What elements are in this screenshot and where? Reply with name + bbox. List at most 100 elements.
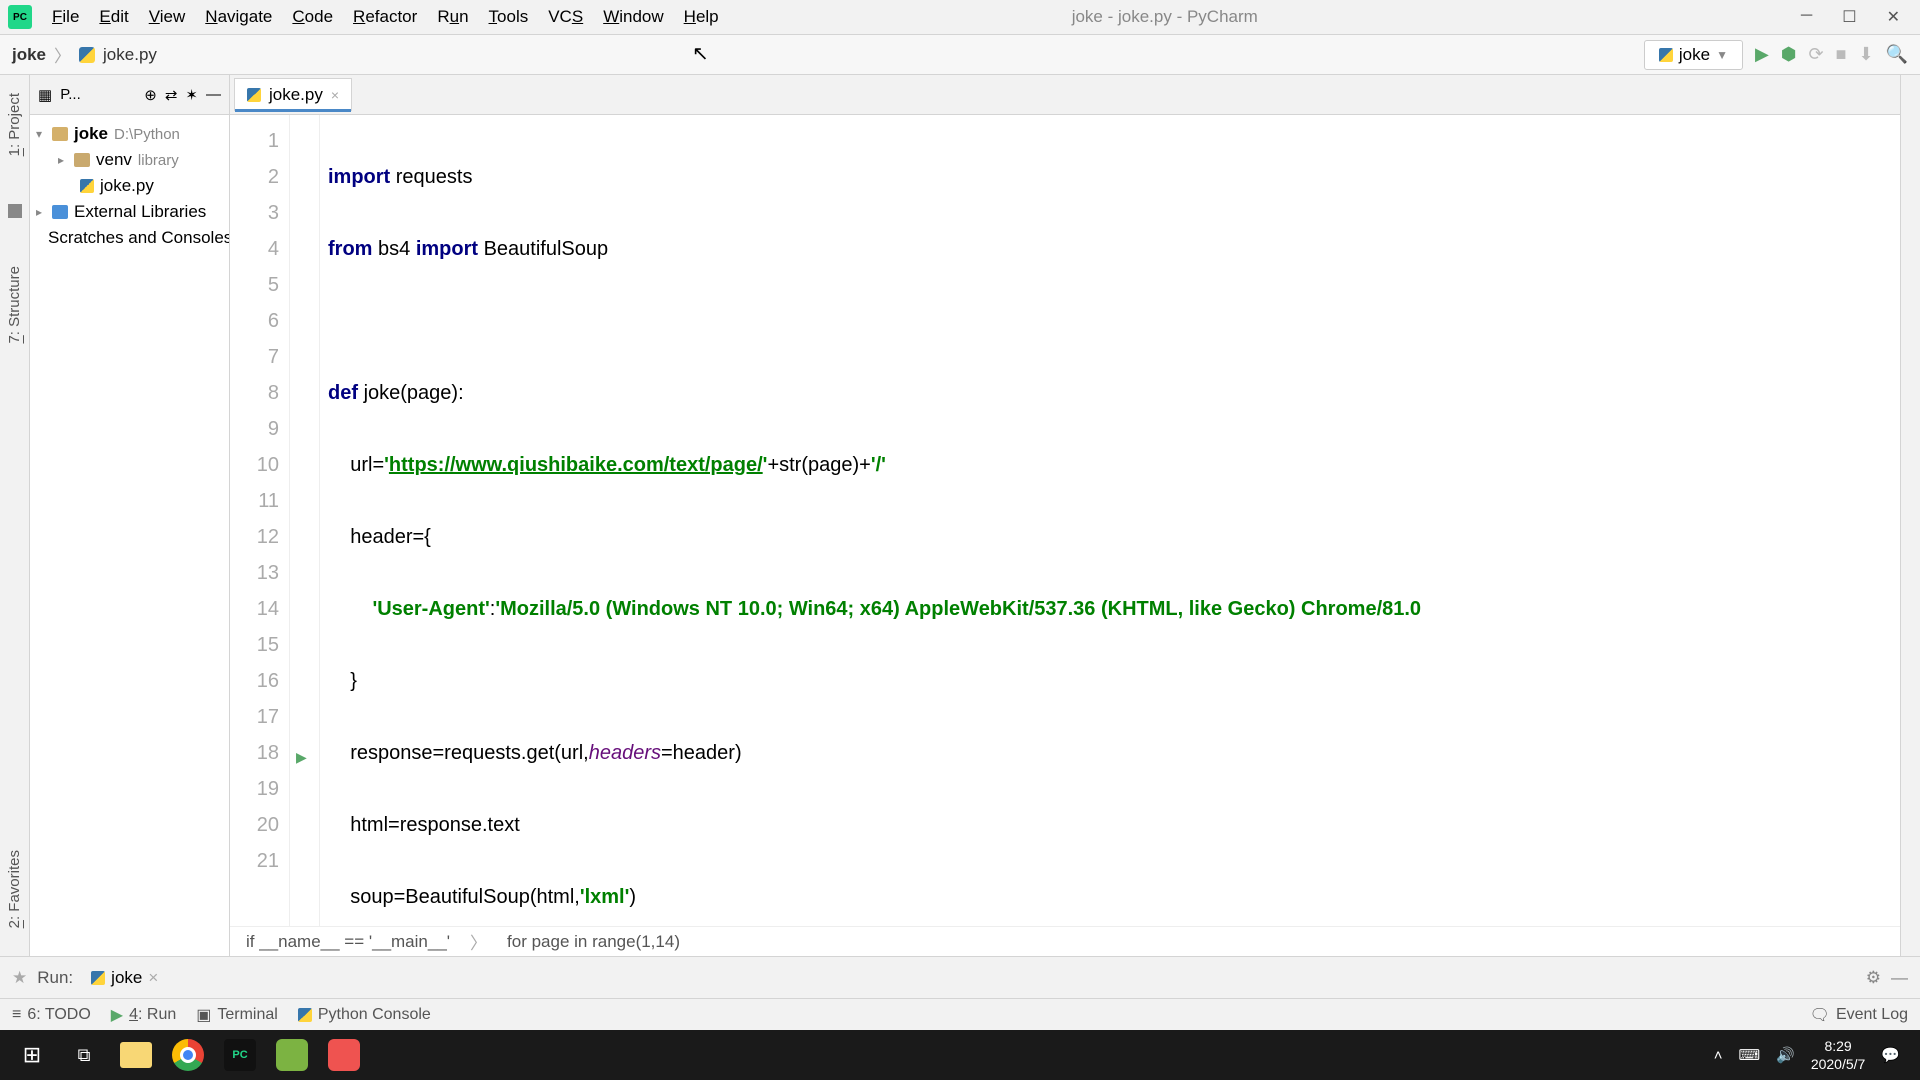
minimize-icon[interactable]: — — [1891, 968, 1908, 988]
tray-volume-icon[interactable]: 🔊 — [1776, 1046, 1795, 1064]
run-panel-label: Run: — [37, 968, 73, 988]
debug-button-icon[interactable]: ⬢ — [1781, 44, 1797, 65]
sidebar-project-button[interactable]: 1: Project — [6, 85, 23, 164]
chevron-right-icon[interactable]: ▸ — [36, 205, 46, 219]
tray-ime-icon[interactable]: ⌨ — [1738, 1046, 1760, 1064]
code-breadcrumb-item[interactable]: for page in range(1,14) — [507, 932, 680, 952]
hide-icon[interactable]: — — [206, 86, 221, 103]
window-maximize-icon[interactable]: ☐ — [1842, 7, 1856, 27]
search-everywhere-icon[interactable]: 🔍 — [1886, 44, 1908, 65]
bottom-tab-todo[interactable]: ≡6: TODO — [12, 1006, 91, 1024]
close-tab-icon[interactable]: × — [331, 87, 339, 103]
run-configuration-selector[interactable]: joke ▼ — [1644, 40, 1743, 70]
collapse-icon[interactable]: ⇄ — [165, 86, 178, 104]
menu-run[interactable]: Run — [427, 7, 478, 27]
list-icon: ≡ — [12, 1006, 21, 1024]
tree-file-name: joke.py — [100, 176, 154, 196]
menu-file[interactable]: File — [42, 7, 89, 27]
library-icon — [52, 205, 68, 219]
settings-icon[interactable]: ✶ — [185, 86, 198, 104]
tree-venv-label: library — [138, 152, 179, 169]
tree-venv[interactable]: ▸ venv library — [30, 147, 229, 173]
run-tool-window-header: ★ Run: joke × ⚙ — — [0, 956, 1920, 998]
gutter-icons[interactable]: ▶ — [290, 115, 320, 926]
python-file-icon — [79, 47, 95, 63]
run-button-icon[interactable]: ▶ — [1755, 44, 1769, 65]
python-icon — [298, 1008, 312, 1022]
gear-icon[interactable]: ⚙ — [1866, 968, 1881, 988]
windows-taskbar: ⊞ ⧉ PC ˄ ⌨ 🔊 8:29 2020/5/7 💬 — [0, 1030, 1920, 1080]
folder-icon — [52, 127, 68, 141]
taskbar-pycharm-icon[interactable]: PC — [216, 1033, 264, 1077]
navigation-toolbar: joke 〉 joke.py joke ▼ ▶ ⬢ ⟳ ■ ⬇ 🔍 — [0, 35, 1920, 75]
tray-chevron-up-icon[interactable]: ˄ — [1714, 1047, 1723, 1064]
bottom-tab-run[interactable]: ▶4: Run — [111, 1005, 176, 1025]
tree-root-path: D:\Python — [114, 126, 180, 143]
project-panel-header: ▦ P... ⊕ ⇄ ✶ — — [30, 75, 229, 115]
window-minimize-icon[interactable]: ─ — [1801, 7, 1812, 27]
taskbar-chrome-icon[interactable] — [164, 1033, 212, 1077]
window-close-icon[interactable]: ✕ — [1887, 7, 1900, 27]
python-file-icon — [80, 179, 94, 193]
menu-navigate[interactable]: Navigate — [195, 7, 282, 27]
pycharm-logo-icon: PC — [8, 5, 32, 29]
event-log-icon: 🗨 — [1810, 1005, 1830, 1025]
close-icon[interactable]: × — [148, 968, 158, 988]
update-button-icon[interactable]: ⬇ — [1858, 44, 1873, 65]
taskbar-start-icon[interactable]: ⊞ — [8, 1033, 56, 1077]
code-editor[interactable]: 123456789101112131415161718192021 ▶ impo… — [230, 115, 1900, 926]
chevron-down-icon[interactable]: ▾ — [36, 127, 46, 141]
chevron-down-icon: ▼ — [1716, 48, 1728, 62]
menu-edit[interactable]: Edit — [89, 7, 138, 27]
project-tree[interactable]: ▾ joke D:\Python ▸ venv library joke.py … — [30, 115, 229, 257]
run-panel-tab[interactable]: joke × — [83, 966, 166, 990]
editor-tab-joke[interactable]: joke.py × — [234, 78, 352, 111]
bottom-tab-python-console[interactable]: Python Console — [298, 1006, 431, 1024]
tray-notifications-icon[interactable]: 💬 — [1881, 1046, 1900, 1064]
sidebar-structure-button[interactable]: 7: Structure — [6, 258, 23, 352]
editor-tab-label: joke.py — [269, 85, 323, 105]
taskbar-file-explorer-icon[interactable] — [112, 1033, 160, 1077]
window-title: joke - joke.py - PyCharm — [529, 7, 1801, 27]
code-breadcrumb[interactable]: if __name__ == '__main__' 〉 for page in … — [230, 926, 1900, 956]
bottom-tab-event-log[interactable]: 🗨Event Log — [1810, 1005, 1908, 1025]
menu-view[interactable]: View — [139, 7, 196, 27]
tray-clock[interactable]: 8:29 2020/5/7 — [1811, 1037, 1866, 1073]
gutter-run-icon[interactable]: ▶ — [296, 749, 307, 766]
sidebar-square-icon[interactable] — [8, 204, 22, 218]
menu-refactor[interactable]: Refactor — [343, 7, 427, 27]
code-breadcrumb-item[interactable]: if __name__ == '__main__' — [246, 932, 450, 952]
breadcrumb-file[interactable]: joke.py — [103, 45, 157, 65]
editor-tabs: joke.py × — [230, 75, 1900, 115]
stop-button-icon: ■ — [1836, 44, 1847, 65]
tree-venv-name: venv — [96, 150, 132, 170]
target-icon[interactable]: ⊕ — [144, 86, 157, 104]
sidebar-favorites-button[interactable]: 2: Favorites — [6, 842, 23, 936]
breadcrumb-project[interactable]: joke — [12, 45, 46, 65]
editor-area: joke.py × 123456789101112131415161718192… — [230, 75, 1900, 956]
taskbar-taskview-icon[interactable]: ⧉ — [60, 1033, 108, 1077]
tree-external-name: External Libraries — [74, 202, 206, 222]
terminal-icon: ▣ — [196, 1005, 211, 1025]
code-content[interactable]: import requests from bs4 import Beautifu… — [320, 115, 1900, 926]
breadcrumb-separator-icon: 〉 — [470, 929, 487, 954]
menubar: PC File Edit View Navigate Code Refactor… — [0, 0, 1920, 35]
breadcrumb-separator-icon: 〉 — [54, 42, 71, 67]
menu-code[interactable]: Code — [282, 7, 343, 27]
folder-icon — [74, 153, 90, 167]
project-header-icon: ▦ — [38, 86, 52, 104]
line-number-gutter[interactable]: 123456789101112131415161718192021 — [230, 115, 290, 926]
coverage-button-icon[interactable]: ⟳ — [1809, 44, 1824, 65]
tree-file-joke[interactable]: joke.py — [30, 173, 229, 199]
taskbar-camtasia-icon[interactable] — [268, 1033, 316, 1077]
chevron-right-icon[interactable]: ▸ — [58, 153, 68, 167]
star-icon[interactable]: ★ — [12, 968, 27, 988]
tree-root[interactable]: ▾ joke D:\Python — [30, 121, 229, 147]
tray-date: 2020/5/7 — [1811, 1055, 1866, 1073]
taskbar-recorder-icon[interactable] — [320, 1033, 368, 1077]
system-tray[interactable]: ˄ ⌨ 🔊 8:29 2020/5/7 💬 — [1714, 1037, 1912, 1073]
run-panel-tab-name: joke — [111, 968, 142, 988]
bottom-tab-terminal[interactable]: ▣Terminal — [196, 1005, 278, 1025]
tree-external-libraries[interactable]: ▸ External Libraries — [30, 199, 229, 225]
tree-scratches[interactable]: Scratches and Consoles — [30, 225, 229, 251]
